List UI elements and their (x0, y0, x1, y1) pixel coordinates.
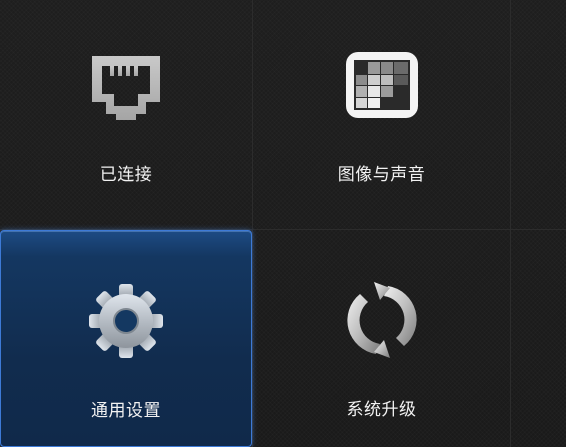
refresh-icon (344, 280, 420, 360)
tile-network-label: 已连接 (99, 165, 153, 185)
tile-picture-sound-label: 图像与声音 (337, 165, 426, 185)
grid-divider-vertical-right (510, 0, 511, 447)
tile-system-upgrade[interactable]: 系统升级 (253, 230, 510, 447)
picture-grid-icon (344, 50, 420, 120)
tile-network[interactable]: 已连接 (0, 0, 252, 229)
tile-general-settings[interactable]: 通用设置 (0, 230, 252, 447)
gear-icon (88, 283, 164, 359)
tile-picture-sound[interactable]: 图像与声音 (253, 0, 510, 229)
ethernet-port-icon (88, 52, 164, 122)
tile-general-settings-label: 通用设置 (91, 401, 161, 421)
tile-system-upgrade-label: 系统升级 (346, 400, 417, 420)
